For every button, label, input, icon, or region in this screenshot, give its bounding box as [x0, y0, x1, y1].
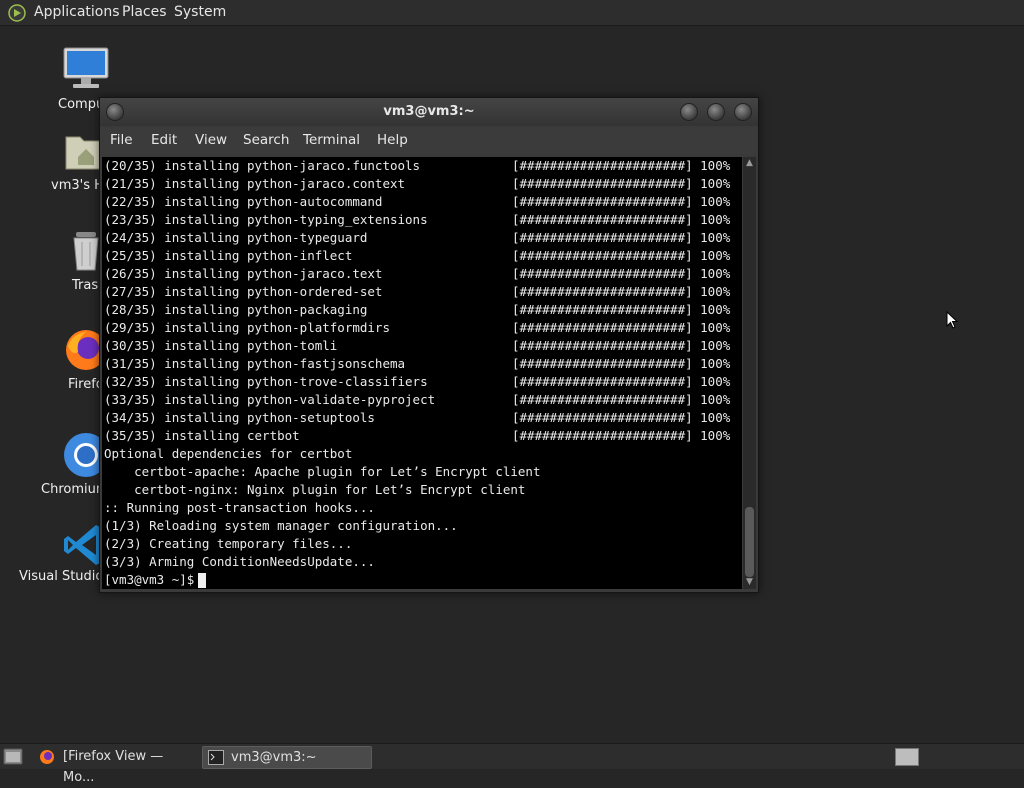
workspace-switcher[interactable]: [895, 748, 919, 766]
applications-menu[interactable]: Applications: [34, 0, 120, 25]
terminal-line: :: Running post-transaction hooks...: [104, 500, 375, 515]
taskbar-item-label: [Firefox View — Mo...: [63, 749, 164, 785]
prompt-line[interactable]: [vm3@vm3 ~]$: [104, 571, 207, 589]
progress-bar-text: [######################] 100%: [512, 320, 731, 335]
terminal-line: (27/35) installing python-ordered-set: [104, 284, 383, 299]
terminal-line: (29/35) installing python-platformdirs: [104, 320, 390, 335]
progress-bar-text: [######################] 100%: [512, 158, 731, 173]
terminal-line: certbot-apache: Apache plugin for Let’s …: [104, 464, 541, 479]
terminal-line: (26/35) installing python-jaraco.text: [104, 266, 383, 281]
window-titlebar[interactable]: vm3@vm3:~: [100, 98, 758, 126]
progress-bar-text: [######################] 100%: [512, 230, 731, 245]
scrollbar-thumb[interactable]: [745, 507, 754, 577]
progress-bar-text: [######################] 100%: [512, 194, 731, 209]
progress-bar-text: [######################] 100%: [512, 284, 731, 299]
menu-view[interactable]: View: [195, 132, 227, 148]
close-icon[interactable]: [734, 103, 752, 121]
places-menu[interactable]: Places: [122, 0, 167, 25]
menu-search[interactable]: Search: [243, 132, 289, 148]
text-cursor: [198, 573, 207, 588]
window-title: vm3@vm3:~: [383, 104, 475, 119]
terminal-line: (30/35) installing python-tomli: [104, 338, 338, 353]
progress-bar-text: [######################] 100%: [512, 302, 731, 317]
terminal-line: (24/35) installing python-typeguard: [104, 230, 368, 245]
terminal-line: certbot-nginx: Nginx plugin for Let’s En…: [104, 482, 526, 497]
top-panel: Applications Places System: [0, 0, 1024, 26]
terminal-icon: [208, 750, 224, 765]
menu-help[interactable]: Help: [377, 132, 408, 148]
terminal-line: (32/35) installing python-trove-classifi…: [104, 374, 428, 389]
terminal-menubar: File Edit View Search Terminal Help: [100, 128, 758, 154]
terminal-line: (33/35) installing python-validate-pypro…: [104, 392, 436, 407]
terminal-line: (28/35) installing python-packaging: [104, 302, 368, 317]
terminal-line: (2/3) Creating temporary files...: [104, 536, 353, 551]
progress-bar-text: [######################] 100%: [512, 392, 731, 407]
computer-icon: [63, 47, 109, 88]
maximize-icon[interactable]: [707, 103, 725, 121]
terminal-line: (31/35) installing python-fastjsonschema: [104, 356, 406, 371]
terminal-line: (1/3) Reloading system manager configura…: [104, 518, 458, 533]
firefox-icon: [40, 750, 54, 764]
bottom-panel: [Firefox View — Mo... vm3@vm3:~: [0, 743, 1024, 785]
terminal-line: (23/35) installing python-typing_extensi…: [104, 212, 428, 227]
terminal-line: (21/35) installing python-jaraco.context: [104, 176, 406, 191]
scroll-up-icon[interactable]: ▲: [744, 158, 755, 169]
progress-bar-text: [######################] 100%: [512, 266, 731, 281]
progress-bar-text: [######################] 100%: [512, 410, 731, 425]
menu-edit[interactable]: Edit: [151, 132, 177, 148]
progress-bar-text: [######################] 100%: [512, 248, 731, 263]
progress-bar-text: [######################] 100%: [512, 176, 731, 191]
applications-menu-icon[interactable]: [8, 4, 26, 22]
terminal-line: (25/35) installing python-inflect: [104, 248, 353, 263]
menu-file[interactable]: File: [110, 132, 133, 148]
taskbar-item-terminal[interactable]: vm3@vm3:~: [202, 746, 372, 769]
vertical-scrollbar[interactable]: ▲ ▼: [743, 157, 756, 589]
progress-bar-text: [######################] 100%: [512, 428, 731, 443]
terminal-line: (20/35) installing python-jaraco.functoo…: [104, 158, 421, 173]
shell-prompt: [vm3@vm3 ~]$: [104, 572, 195, 587]
progress-bar-text: [######################] 100%: [512, 338, 731, 353]
progress-bar-text: [######################] 100%: [512, 356, 731, 371]
scroll-down-icon[interactable]: ▼: [744, 577, 755, 588]
mouse-pointer-icon: [946, 311, 958, 329]
terminal-line: (35/35) installing certbot: [104, 428, 300, 443]
taskbar-item-firefox[interactable]: [Firefox View — Mo...: [35, 746, 197, 785]
show-desktop-icon[interactable]: [3, 748, 23, 765]
taskbar-item-label: vm3@vm3:~: [231, 750, 317, 765]
minimize-icon[interactable]: [680, 103, 698, 121]
terminal-line: (3/3) Arming ConditionNeedsUpdate...: [104, 554, 375, 569]
terminal-output[interactable]: (20/35) installing python-jaraco.functoo…: [102, 157, 742, 589]
system-menu[interactable]: System: [174, 0, 226, 25]
terminal-window: vm3@vm3:~ File Edit View Search Terminal…: [99, 97, 759, 593]
progress-bar-text: [######################] 100%: [512, 212, 731, 227]
menu-terminal[interactable]: Terminal: [303, 132, 360, 148]
progress-bar-text: [######################] 100%: [512, 374, 731, 389]
terminal-line: (34/35) installing python-setuptools: [104, 410, 375, 425]
terminal-line: Optional dependencies for certbot: [104, 446, 353, 461]
terminal-line: (22/35) installing python-autocommand: [104, 194, 383, 209]
